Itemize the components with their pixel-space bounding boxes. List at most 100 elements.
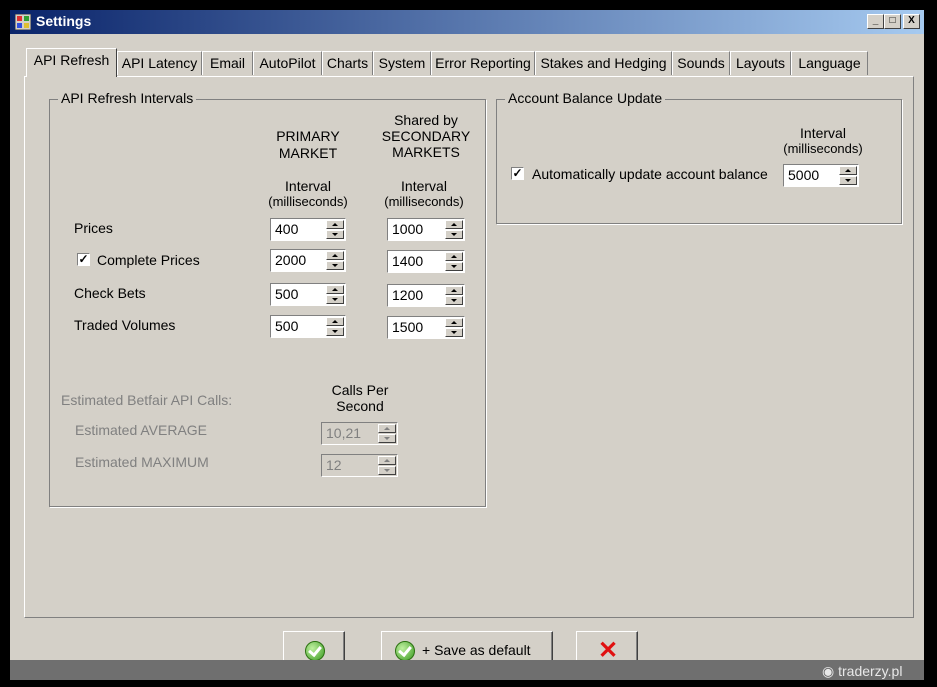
traded-volumes-secondary-stepper[interactable]: 1500 [387,316,465,339]
auto-update-balance-checkbox[interactable]: ✓ [511,167,524,180]
complete-prices-label: Complete Prices [97,252,200,268]
balance-interval-label: Interval (milliseconds) [778,125,868,157]
tab-label: Sounds [677,55,725,71]
stepper-down-icon[interactable] [839,176,857,185]
maximize-icon: □ [889,15,896,26]
stepper-down-icon[interactable] [326,295,344,304]
tab-system[interactable]: System [373,51,431,75]
stepper-down-icon[interactable] [445,230,463,239]
tab-api-latency[interactable]: API Latency [117,51,202,75]
maximize-button[interactable]: □ [884,14,901,29]
primary-market-header: PRIMARY MARKET [273,128,343,162]
close-icon: X [908,15,915,26]
header-line: Shared by [394,112,458,128]
stepper-up-icon [378,456,396,465]
stepper-up-icon[interactable] [445,318,463,327]
stepper-down-icon[interactable] [445,296,463,305]
tab-stakes-and-hedging[interactable]: Stakes and Hedging [535,51,672,75]
check-bets-primary-stepper[interactable]: 500 [270,283,346,306]
secondary-interval-label: Interval (milliseconds) [379,178,469,210]
title-bar: Settings _ □ X [10,10,924,34]
stepper-down-icon[interactable] [445,328,463,337]
header-line: MARKETS [392,144,460,160]
stepper-value: 10,21 [326,425,362,441]
tab-label: Language [798,55,861,71]
save-as-default-button[interactable]: + Save as default [381,631,553,660]
primary-interval-label: Interval (milliseconds) [263,179,353,210]
stepper-up-icon[interactable] [839,166,857,175]
stepper-down-icon [378,466,396,475]
tab-label: Stakes and Hedging [540,55,667,71]
stepper-value: 1200 [392,287,424,303]
tab-label: Error Reporting [435,55,531,71]
interval-line: Interval [800,125,846,141]
status-bar [10,660,924,680]
stepper-value: 1400 [392,253,424,269]
prices-label: Prices [74,220,113,236]
estimated-maximum-label: Estimated MAXIMUM [75,454,209,470]
stepper-up-icon[interactable] [326,220,344,229]
header-line: SECONDARY [381,128,471,144]
tab-page-api-refresh: API Refresh Intervals PRIMARY MARKET Sha… [24,76,914,618]
traded-volumes-label: Traded Volumes [74,317,176,333]
check-circle-icon [305,641,325,660]
secondary-markets-header: Shared by SECONDARY MARKETS [376,112,476,160]
stepper-value: 12 [326,457,342,473]
stepper-up-icon[interactable] [445,252,463,261]
minimize-icon: _ [872,15,879,26]
prices-secondary-stepper[interactable]: 1000 [387,218,465,241]
stepper-value: 500 [275,318,299,334]
close-button[interactable]: X [903,14,920,29]
traded-volumes-primary-stepper[interactable]: 500 [270,315,346,338]
cancel-button[interactable]: ✕ [576,631,638,660]
check-bets-secondary-stepper[interactable]: 1200 [387,284,465,307]
tab-label: System [378,55,426,71]
tab-email[interactable]: Email [202,51,253,75]
stepper-up-icon[interactable] [326,317,344,326]
stepper-down-icon[interactable] [326,261,344,270]
balance-interval-stepper[interactable]: 5000 [783,164,859,187]
tab-layouts[interactable]: Layouts [730,51,791,75]
tab-sounds[interactable]: Sounds [672,51,730,75]
stepper-down-icon[interactable] [326,327,344,336]
save-as-default-label: + Save as default [422,642,531,658]
complete-prices-primary-stepper[interactable]: 2000 [270,249,346,272]
stepper-value: 400 [275,221,299,237]
tab-api-refresh[interactable]: API Refresh [26,48,117,77]
minimize-button[interactable]: _ [867,14,884,29]
ok-button[interactable] [283,631,345,660]
app-icon [15,14,31,30]
estimated-maximum-stepper: 12 [321,454,398,477]
check-bets-label: Check Bets [74,285,146,301]
tab-charts[interactable]: Charts [322,51,373,75]
header-line: Second [336,398,384,414]
stepper-up-icon[interactable] [326,285,344,294]
complete-prices-secondary-stepper[interactable]: 1400 [387,250,465,273]
stepper-down-icon[interactable] [445,262,463,271]
window-title: Settings [36,13,92,29]
checkmark-icon: ✓ [78,252,89,266]
tab-autopilot[interactable]: AutoPilot [253,51,322,75]
stepper-down-icon [378,434,396,443]
tab-label: Email [209,55,245,71]
tab-language[interactable]: Language [791,51,868,75]
account-balance-update-group: Account Balance Update Interval (millise… [496,90,902,224]
tab-label: Charts [326,55,369,71]
stepper-up-icon [378,424,396,433]
stepper-up-icon[interactable] [445,220,463,229]
stepper-down-icon[interactable] [326,230,344,239]
stepper-up-icon[interactable] [445,286,463,295]
watermark: ◉ traderzy.pl [822,663,902,680]
header-line: MARKET [278,145,338,161]
interval-line: Interval [401,178,447,194]
complete-prices-checkbox[interactable]: ✓ [77,253,90,266]
estimated-calls-title: Estimated Betfair API Calls: [61,392,233,408]
calls-per-second-header: Calls Per Second [320,382,400,414]
tab-error-reporting[interactable]: Error Reporting [431,51,535,75]
stepper-value: 5000 [788,167,820,183]
stepper-value: 1500 [392,319,424,335]
prices-primary-stepper[interactable]: 400 [270,218,346,241]
interval-line: (milliseconds) [783,141,863,156]
stepper-up-icon[interactable] [326,251,344,260]
stepper-value: 500 [275,286,299,302]
